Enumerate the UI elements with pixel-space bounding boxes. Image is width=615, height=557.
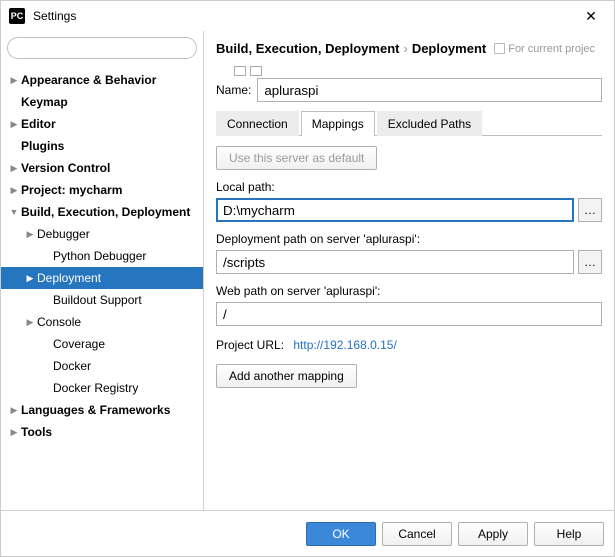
tree-item-project[interactable]: ▶Project: mycharm — [1, 179, 203, 201]
chevron-right-icon: ▶ — [7, 425, 21, 439]
tree-item-version-control[interactable]: ▶Version Control — [1, 157, 203, 179]
add-mapping-button[interactable]: Add another mapping — [216, 364, 357, 388]
toolbar-icon[interactable] — [250, 66, 262, 76]
chevron-right-icon: ▶ — [7, 117, 21, 131]
sidebar: ▶Appearance & Behavior Keymap ▶Editor Pl… — [1, 31, 204, 510]
toolbar-icons — [234, 66, 602, 76]
chevron-right-icon: ▶ — [7, 183, 21, 197]
tree-item-bed[interactable]: ▼Build, Execution, Deployment — [1, 201, 203, 223]
ellipsis-icon: … — [584, 203, 596, 217]
tree-item-debugger[interactable]: ▶Debugger — [1, 223, 203, 245]
deployment-path-label: Deployment path on server 'apluraspi': — [216, 232, 602, 246]
toolbar-icon[interactable] — [234, 66, 246, 76]
tree-item-languages[interactable]: ▶Languages & Frameworks — [1, 399, 203, 421]
browse-button[interactable]: … — [578, 250, 602, 274]
tab-mappings[interactable]: Mappings — [301, 111, 375, 136]
tab-excluded-paths[interactable]: Excluded Paths — [377, 111, 482, 136]
chevron-right-icon: ▶ — [7, 73, 21, 87]
tabs: Connection Mappings Excluded Paths — [216, 110, 602, 136]
close-icon[interactable]: ✕ — [576, 8, 606, 25]
tree-item-deployment[interactable]: ▶Deployment — [1, 267, 203, 289]
project-url-label: Project URL: — [216, 338, 284, 352]
chevron-right-icon: ▶ — [23, 271, 37, 285]
scope-label: For current projec — [494, 43, 595, 55]
tree-item-console[interactable]: ▶Console — [1, 311, 203, 333]
deployment-path-input[interactable] — [216, 250, 574, 274]
chevron-right-icon: › — [403, 41, 407, 56]
name-label: Name: — [216, 83, 251, 97]
chevron-right-icon: ▶ — [23, 315, 37, 329]
window-title: Settings — [33, 9, 576, 23]
tree-item-coverage[interactable]: Coverage — [1, 333, 203, 355]
chevron-down-icon: ▼ — [7, 205, 21, 219]
breadcrumb-part: Deployment — [412, 41, 486, 56]
tree-item-editor[interactable]: ▶Editor — [1, 113, 203, 135]
search-input[interactable] — [7, 37, 197, 59]
tree-item-docker[interactable]: Docker — [1, 355, 203, 377]
tree-item-appearance[interactable]: ▶Appearance & Behavior — [1, 69, 203, 91]
tree-item-tools[interactable]: ▶Tools — [1, 421, 203, 443]
web-path-label: Web path on server 'apluraspi': — [216, 284, 602, 298]
chevron-right-icon: ▶ — [7, 403, 21, 417]
ok-button[interactable]: OK — [306, 522, 376, 546]
tab-connection[interactable]: Connection — [216, 111, 299, 136]
app-icon: PC — [9, 8, 25, 24]
tree-item-python-debugger[interactable]: Python Debugger — [1, 245, 203, 267]
titlebar: PC Settings ✕ — [1, 1, 614, 31]
apply-button[interactable]: Apply — [458, 522, 528, 546]
mappings-panel: Use this server as default Local path: …… — [216, 136, 602, 510]
local-path-input[interactable] — [216, 198, 574, 222]
breadcrumb: Build, Execution, Deployment › Deploymen… — [216, 41, 602, 56]
use-server-default-button[interactable]: Use this server as default — [216, 146, 377, 170]
local-path-label: Local path: — [216, 180, 602, 194]
breadcrumb-part: Build, Execution, Deployment — [216, 41, 399, 56]
ellipsis-icon: … — [584, 255, 596, 269]
tree-item-plugins[interactable]: Plugins — [1, 135, 203, 157]
help-button[interactable]: Help — [534, 522, 604, 546]
web-path-input[interactable] — [216, 302, 602, 326]
project-icon — [494, 43, 505, 54]
content-pane: Build, Execution, Deployment › Deploymen… — [204, 31, 614, 510]
project-url-row: Project URL: http://192.168.0.15/ — [216, 338, 602, 352]
name-input[interactable] — [257, 78, 602, 102]
cancel-button[interactable]: Cancel — [382, 522, 452, 546]
tree-item-buildout[interactable]: Buildout Support — [1, 289, 203, 311]
browse-button[interactable]: … — [578, 198, 602, 222]
chevron-right-icon: ▶ — [23, 227, 37, 241]
dialog-footer: OK Cancel Apply Help — [1, 510, 614, 556]
project-url-link[interactable]: http://192.168.0.15/ — [293, 338, 396, 352]
chevron-right-icon: ▶ — [7, 161, 21, 175]
tree-item-docker-registry[interactable]: Docker Registry — [1, 377, 203, 399]
settings-tree: ▶Appearance & Behavior Keymap ▶Editor Pl… — [1, 65, 203, 510]
tree-item-keymap[interactable]: Keymap — [1, 91, 203, 113]
